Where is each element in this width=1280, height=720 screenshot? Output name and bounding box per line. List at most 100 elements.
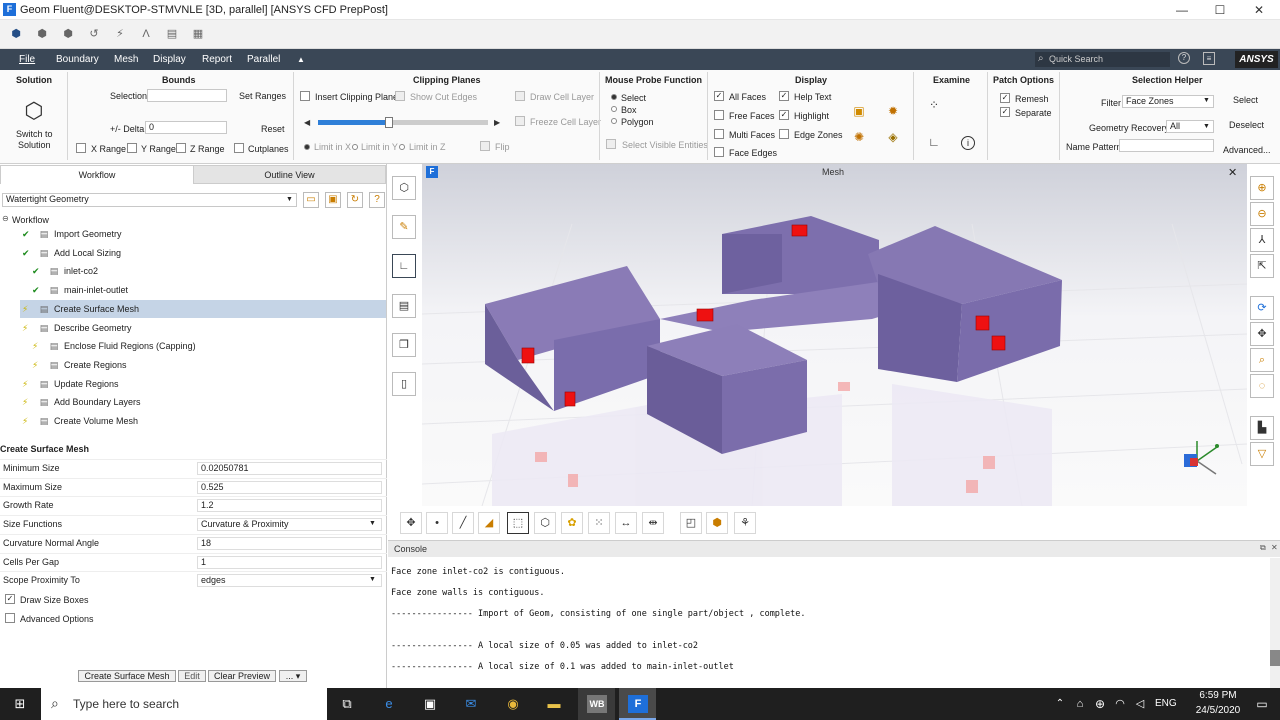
quick-search-input[interactable]: Quick Search (1035, 52, 1170, 67)
chrome-icon[interactable]: ◉ (503, 694, 523, 714)
wifi-icon[interactable]: ◠ (1110, 694, 1130, 714)
limit-y-radio[interactable] (352, 144, 358, 150)
workflow-step[interactable]: ✔ ▤ Add Local Sizing (22, 244, 121, 262)
switch-to-solution-label[interactable]: Switch to (16, 129, 53, 139)
property-value-field[interactable]: Curvature & Proximity (197, 518, 382, 532)
minimize-button[interactable]: — (1162, 0, 1202, 20)
property-value-field[interactable]: 0.525 (197, 480, 382, 494)
probe-box-radio[interactable] (611, 106, 617, 112)
reset-button[interactable]: Reset (261, 124, 285, 134)
delta-field[interactable]: 0 (145, 121, 227, 134)
separate-checkbox[interactable]: ✓ (1000, 107, 1010, 117)
menu-file[interactable]: File (19, 54, 35, 65)
info-icon[interactable]: i (961, 136, 975, 150)
display-zones-icon[interactable]: ▣ (851, 103, 867, 119)
y-range-checkbox[interactable] (127, 143, 137, 153)
colors-icon[interactable]: ✺ (851, 129, 867, 145)
workflow-step[interactable]: ⚡ ▤ Update Regions (22, 375, 119, 393)
journal-icon[interactable]: Λ (139, 27, 153, 41)
fit-icon[interactable]: ◌ (1250, 374, 1274, 398)
show-hide-icon[interactable]: ◰ (680, 512, 702, 534)
menu-display[interactable]: Display (153, 54, 186, 65)
document-icon[interactable]: ▤ (392, 294, 416, 318)
property-value-field[interactable]: 18 (197, 536, 382, 550)
cube-view-icon[interactable]: ⬡ (392, 176, 416, 200)
select-zone-icon[interactable]: ⬚ (507, 512, 529, 534)
zoom-box-icon[interactable]: ⌕ (1250, 348, 1274, 372)
x-range-checkbox[interactable] (76, 143, 86, 153)
limit-x-radio[interactable] (304, 144, 310, 150)
select-edge-icon[interactable]: ╱ (452, 512, 474, 534)
taskbar-search-box[interactable]: ⌕ Type here to search (41, 688, 327, 720)
freeze-cell-layer-checkbox[interactable] (515, 116, 525, 126)
globe-icon[interactable]: ⊕ (1090, 694, 1110, 714)
read-mesh-icon[interactable]: ⬢ (35, 27, 49, 41)
clipping-slider-track[interactable] (318, 117, 488, 128)
workflow-step[interactable]: ⚡ ▤ Create Surface Mesh (22, 300, 139, 318)
file-explorer-icon[interactable]: ▬ (544, 694, 564, 714)
open-workflow-icon[interactable]: ▭ (303, 192, 319, 208)
free-faces-checkbox[interactable] (714, 110, 724, 120)
property-value-field[interactable]: 1.2 (197, 499, 382, 513)
tab-workflow[interactable]: Workflow (0, 165, 194, 184)
notifications-icon[interactable]: ▭ (1252, 694, 1272, 714)
collapse-ribbon-icon[interactable]: ▲ (297, 55, 305, 64)
advanced-button[interactable]: Advanced... (1223, 145, 1271, 155)
workflow-help-icon[interactable]: ? (369, 192, 385, 208)
property-value-field[interactable]: 0.02050781 (197, 462, 382, 475)
property-value-field[interactable]: 1 (197, 555, 382, 569)
workflow-step[interactable]: ⚡ ▤ Create Regions (32, 356, 127, 374)
highlight-checkbox[interactable]: ✓ (779, 110, 789, 120)
slider-left-arrow-icon[interactable]: ◀ (304, 118, 310, 127)
tray-chevron-icon[interactable]: ⌃ (1050, 694, 1070, 714)
read-case-icon[interactable]: ⬢ (9, 27, 23, 41)
help-icon[interactable]: ? (1178, 52, 1190, 64)
select-nodes-icon[interactable]: ⁙ (588, 512, 610, 534)
all-faces-checkbox[interactable]: ✓ (714, 91, 724, 101)
menu-boundary[interactable]: Boundary (56, 54, 99, 65)
select-range-icon[interactable]: ⇹ (642, 512, 664, 534)
console-close-icon[interactable]: ✕ (1271, 543, 1278, 552)
console-scrollbar[interactable] (1270, 558, 1280, 688)
selection-field[interactable] (147, 89, 227, 102)
grid-icon[interactable]: ▦ (191, 27, 205, 41)
write-case-icon[interactable]: ⬢ (61, 27, 75, 41)
graphics-viewport[interactable] (422, 164, 1247, 506)
rotate-icon[interactable]: ⟳ (1250, 296, 1274, 320)
probe-polygon-radio[interactable] (611, 118, 617, 124)
console-scroll-thumb[interactable] (1270, 650, 1280, 666)
property-value-field[interactable]: edges (197, 574, 382, 588)
edge-browser-icon[interactable]: e (379, 694, 399, 714)
network-icon[interactable]: ⌂ (1070, 694, 1090, 714)
edge-zones-checkbox[interactable] (779, 129, 789, 139)
export-icon[interactable]: ⇱ (1250, 254, 1274, 278)
insert-clipping-plane-checkbox[interactable] (300, 91, 310, 101)
select-between-icon[interactable]: ↔ (615, 512, 637, 534)
task-view-icon[interactable]: ⧉ (337, 694, 357, 714)
menu-report[interactable]: Report (202, 54, 232, 65)
cutplanes-checkbox[interactable] (234, 143, 244, 153)
reset-workflow-icon[interactable]: ↻ (347, 192, 363, 208)
create-surface-mesh-button[interactable]: Create Surface Mesh (78, 670, 176, 682)
taskbar-fluent-active[interactable]: F (619, 688, 656, 720)
clock-date[interactable]: 24/5/2020 (1188, 705, 1248, 716)
pan-icon[interactable]: ✥ (1250, 322, 1274, 346)
select-body-icon[interactable]: ✿ (561, 512, 583, 534)
draw-cell-layer-checkbox[interactable] (515, 91, 525, 101)
switch-to-solution-label-2[interactable]: Solution (18, 140, 51, 150)
filter-dropdown[interactable]: Face Zones (1122, 95, 1214, 108)
draw-icon[interactable]: ⬢ (706, 512, 728, 534)
select-button[interactable]: Select (1233, 95, 1258, 105)
viewport-close-icon[interactable]: ✕ (1228, 166, 1237, 179)
console-float-icon[interactable]: ⧉ (1260, 543, 1266, 553)
slider-right-arrow-icon[interactable]: ▶ (494, 118, 500, 127)
select-object-icon[interactable]: ⬡ (534, 512, 556, 534)
workflow-step[interactable]: ⚡ ▤ Add Boundary Layers (22, 393, 141, 411)
pencil-tool-icon[interactable]: ✎ (392, 215, 416, 239)
show-cut-edges-checkbox[interactable] (395, 91, 405, 101)
layout-icon[interactable]: ▤ (165, 27, 179, 41)
clipping-slider-handle[interactable] (385, 117, 394, 128)
workflow-step[interactable]: ⚡ ▤ Create Volume Mesh (22, 412, 138, 430)
deselect-button[interactable]: Deselect (1229, 120, 1264, 130)
copy-icon[interactable]: ❐ (392, 333, 416, 357)
